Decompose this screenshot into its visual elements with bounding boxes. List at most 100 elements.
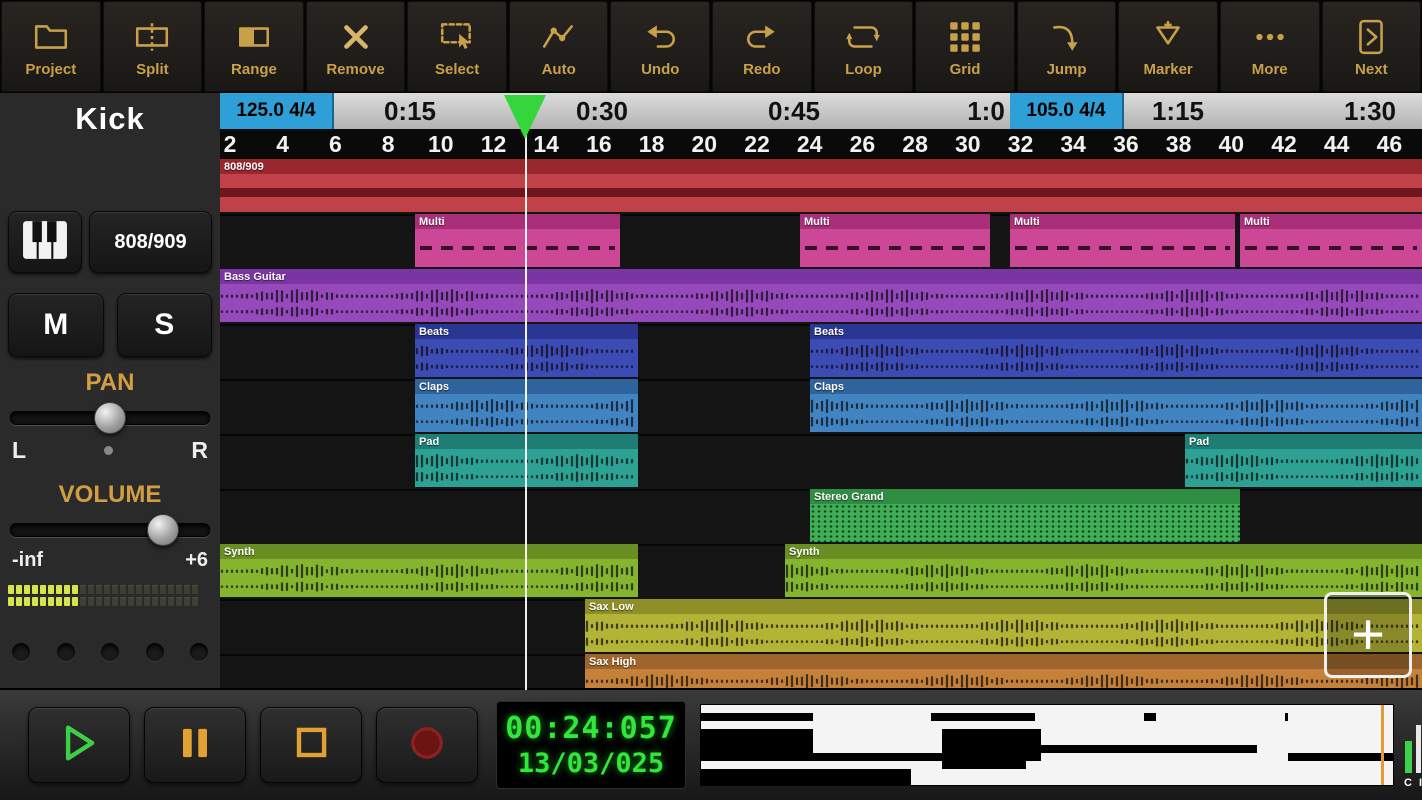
meter-segment bbox=[96, 585, 102, 594]
toolbar-button-next[interactable]: Next bbox=[1321, 1, 1422, 92]
clip-bass-guitar[interactable]: Bass Guitar bbox=[220, 269, 1422, 322]
clip-label-strip: Sax High bbox=[585, 654, 1422, 669]
clip-content bbox=[585, 614, 1422, 652]
meter-segment bbox=[16, 597, 22, 606]
toolbar-button-grid[interactable]: Grid bbox=[915, 1, 1015, 92]
page-dot bbox=[12, 643, 30, 661]
record-button[interactable] bbox=[376, 707, 478, 783]
clip-claps[interactable]: Claps bbox=[810, 379, 1422, 432]
toolbar-button-project[interactable]: Project bbox=[1, 1, 101, 92]
time-ruler[interactable]: 0:15 0:30 0:45 1:0 1:15 1:30 125.0 4/4 105.0 4/… bbox=[220, 93, 1422, 130]
meter-segment bbox=[112, 585, 118, 594]
meter-bar-white bbox=[1415, 725, 1421, 773]
meter-segment bbox=[128, 597, 134, 606]
clip-multi[interactable]: Multi bbox=[1240, 214, 1422, 267]
clip-content bbox=[1010, 229, 1235, 267]
solo-button[interactable]: S bbox=[116, 293, 212, 357]
remove-icon bbox=[337, 16, 375, 58]
clip-stereo-grand[interactable]: Stereo Grand bbox=[810, 489, 1240, 542]
pause-button[interactable] bbox=[144, 707, 246, 783]
toolbar-button-label: Range bbox=[231, 60, 277, 78]
navigator-empty-block bbox=[701, 745, 814, 753]
clip-multi[interactable]: Multi bbox=[415, 214, 620, 267]
meter-segment bbox=[72, 597, 78, 606]
pan-right-label: R bbox=[191, 437, 208, 463]
clip-synth[interactable]: Synth bbox=[220, 544, 638, 597]
tempo-marker[interactable]: 105.0 4/4 bbox=[1010, 93, 1124, 129]
toolbar-button-range[interactable]: Range bbox=[204, 1, 304, 92]
meter-segment bbox=[160, 585, 166, 594]
toolbar-button-redo[interactable]: Redo bbox=[712, 1, 812, 92]
pan-slider[interactable] bbox=[10, 402, 210, 434]
track-row-808-909: 808/909 bbox=[220, 159, 1422, 216]
instrument-name-button[interactable]: 808/909 bbox=[89, 211, 212, 273]
toolbar-button-label: Remove bbox=[326, 60, 385, 78]
meter-segment bbox=[56, 585, 62, 594]
volume-knob[interactable] bbox=[147, 514, 180, 546]
toolbar-button-loop[interactable]: Loop bbox=[813, 1, 914, 92]
page-dots bbox=[12, 643, 208, 661]
clip-label: Bass Guitar bbox=[224, 270, 286, 283]
mute-button[interactable]: M bbox=[8, 293, 104, 357]
toolbar-button-jump[interactable]: Jump bbox=[1016, 1, 1117, 92]
meter-letter-c: C bbox=[1403, 777, 1412, 789]
clip-sax-low[interactable]: Sax Low bbox=[585, 599, 1422, 652]
toolbar-button-select[interactable]: Select bbox=[407, 1, 507, 92]
meter-segment bbox=[88, 585, 94, 594]
playhead-marker[interactable] bbox=[504, 95, 546, 139]
clip-pad[interactable]: Pad bbox=[1185, 434, 1422, 487]
meter-segment bbox=[152, 597, 158, 606]
project-overview-navigator[interactable] bbox=[700, 704, 1394, 786]
toolbar-button-label: Grid bbox=[949, 60, 981, 78]
clip-label: Claps bbox=[814, 380, 844, 393]
toolbar-button-label: Split bbox=[136, 60, 169, 78]
track-row-claps: Claps Claps bbox=[220, 379, 1422, 436]
toolbar-button-more[interactable]: More bbox=[1219, 1, 1320, 92]
clip-sax-high[interactable]: Sax High bbox=[585, 654, 1422, 690]
toolbar-button-label: Undo bbox=[641, 60, 680, 78]
clip-content bbox=[785, 559, 1422, 597]
add-clip-button[interactable]: + bbox=[1324, 592, 1412, 678]
clip-label: Multi bbox=[1244, 215, 1270, 228]
track-panel: Kick 808/909 M S PAN L R VOLUME -inf +6 bbox=[0, 93, 222, 690]
volume-scale: -inf +6 bbox=[12, 549, 208, 572]
meter-letters: C I bbox=[1404, 777, 1422, 789]
tempo-marker[interactable]: 125.0 4/4 bbox=[220, 93, 334, 129]
track-row-bass-guitar: Bass Guitar bbox=[220, 269, 1422, 326]
navigator-empty-block bbox=[701, 753, 1041, 761]
meter-segment bbox=[56, 597, 62, 606]
navigator-empty-block bbox=[701, 737, 814, 745]
bar-number: 38 bbox=[1165, 130, 1192, 157]
date-counter: 13/03/025 bbox=[517, 748, 665, 779]
undo-icon bbox=[641, 16, 679, 58]
clip-beats[interactable]: Beats bbox=[810, 324, 1422, 377]
instrument-button[interactable] bbox=[8, 211, 82, 273]
toolbar-button-marker[interactable]: Marker bbox=[1118, 1, 1218, 92]
play-button[interactable] bbox=[28, 707, 130, 783]
meter-segment bbox=[112, 597, 118, 606]
toolbar-button-label: Marker bbox=[1143, 60, 1193, 78]
time-label: 0:45 bbox=[767, 95, 821, 126]
toolbar: Project Split Range Remove Select Auto Undo Red… bbox=[0, 0, 1422, 93]
volume-slider[interactable] bbox=[10, 514, 210, 546]
navigator-empty-block bbox=[1288, 753, 1393, 761]
clip-synth[interactable]: Synth bbox=[785, 544, 1422, 597]
toolbar-button-auto[interactable]: Auto bbox=[508, 1, 609, 92]
bar-ruler[interactable]: 2 4 6 8 10 12 14 16 18 20 22 24 26 28 30 32 34 36 38 40 42 44… bbox=[220, 129, 1422, 160]
clip-label: Sax Low bbox=[589, 600, 634, 613]
pan-knob[interactable] bbox=[94, 402, 126, 434]
toolbar-button-remove[interactable]: Remove bbox=[305, 1, 406, 92]
tracks-area[interactable]: 808/909 Multi Multi Multi Multi Bass Guitar Be… bbox=[220, 159, 1422, 690]
track-row-multi: Multi Multi Multi Multi bbox=[220, 214, 1422, 271]
clip-label: Claps bbox=[419, 380, 449, 393]
toolbar-button-undo[interactable]: Undo bbox=[610, 1, 711, 92]
stop-button[interactable] bbox=[260, 707, 362, 783]
clip-multi[interactable]: Multi bbox=[1010, 214, 1235, 267]
meter-segment bbox=[8, 585, 14, 594]
pan-center-dot bbox=[104, 446, 114, 455]
clip-label-strip: Bass Guitar bbox=[220, 269, 1422, 284]
page-dot bbox=[56, 643, 75, 661]
clip-multi[interactable]: Multi bbox=[800, 214, 990, 267]
clip-808-909[interactable]: 808/909 bbox=[220, 159, 1422, 212]
toolbar-button-split[interactable]: Split bbox=[102, 1, 203, 92]
